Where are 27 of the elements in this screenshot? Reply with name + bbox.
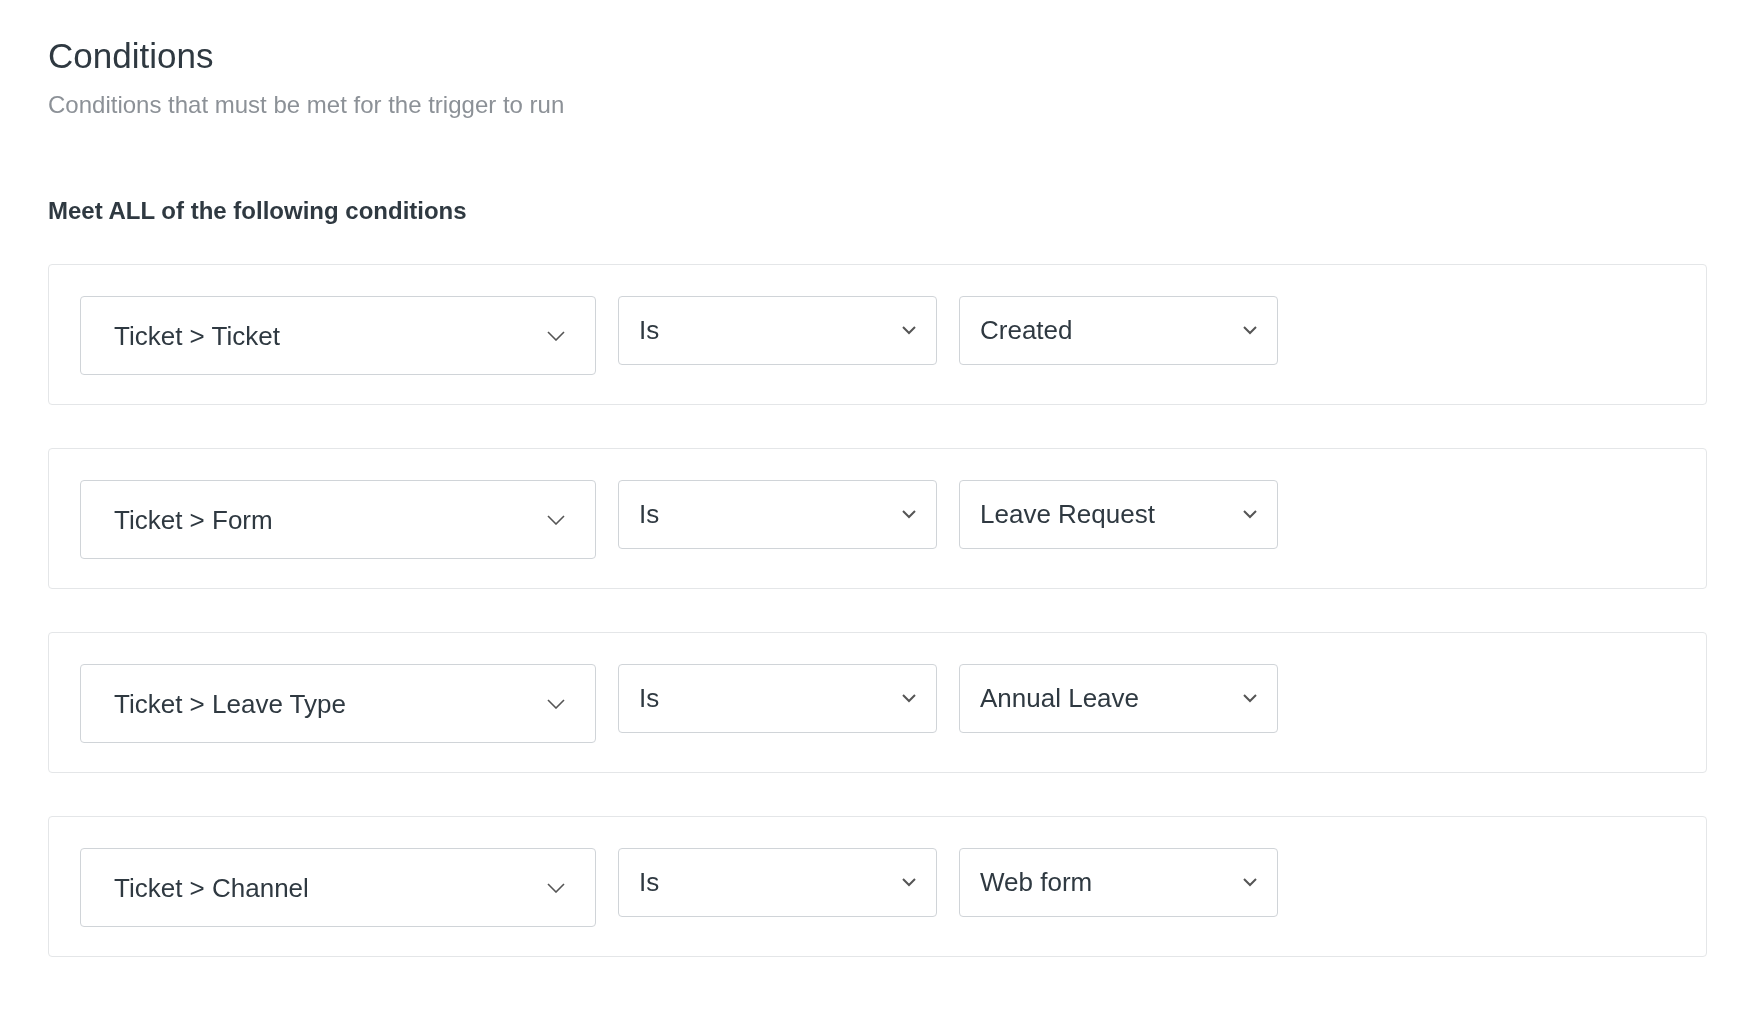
section-title: Conditions bbox=[48, 35, 215, 77]
operator-dropdown[interactable]: Is bbox=[618, 296, 937, 365]
chevron-down-icon bbox=[547, 330, 565, 341]
chevron-down-icon bbox=[1243, 510, 1257, 519]
field-dropdown[interactable]: Ticket > Form bbox=[80, 480, 596, 559]
value-dropdown[interactable]: Web form bbox=[959, 848, 1278, 917]
chevron-down-icon bbox=[1243, 878, 1257, 887]
chevron-down-icon bbox=[902, 510, 916, 519]
chevron-down-icon bbox=[547, 882, 565, 893]
operator-dropdown[interactable]: Is bbox=[618, 664, 937, 733]
value-dropdown[interactable]: Annual Leave bbox=[959, 664, 1278, 733]
operator-dropdown[interactable]: Is bbox=[618, 480, 937, 549]
chevron-down-icon bbox=[902, 326, 916, 335]
chevron-down-icon bbox=[902, 694, 916, 703]
chevron-down-icon bbox=[547, 514, 565, 525]
chevron-down-icon bbox=[1243, 326, 1257, 335]
group-heading: Meet ALL of the following conditions bbox=[48, 196, 468, 226]
chevron-down-icon bbox=[902, 878, 916, 887]
field-dropdown[interactable]: Ticket > Leave Type bbox=[80, 664, 596, 743]
section-description: Conditions that must be met for the trigger to run bbox=[48, 90, 566, 120]
chevron-down-icon bbox=[547, 698, 565, 709]
value-dropdown[interactable]: Leave Request bbox=[959, 480, 1278, 549]
value-dropdown[interactable]: Created bbox=[959, 296, 1278, 365]
field-dropdown[interactable]: Ticket > Channel bbox=[80, 848, 596, 927]
chevron-down-icon bbox=[1243, 694, 1257, 703]
operator-dropdown[interactable]: Is bbox=[618, 848, 937, 917]
field-dropdown[interactable]: Ticket > Ticket bbox=[80, 296, 596, 375]
